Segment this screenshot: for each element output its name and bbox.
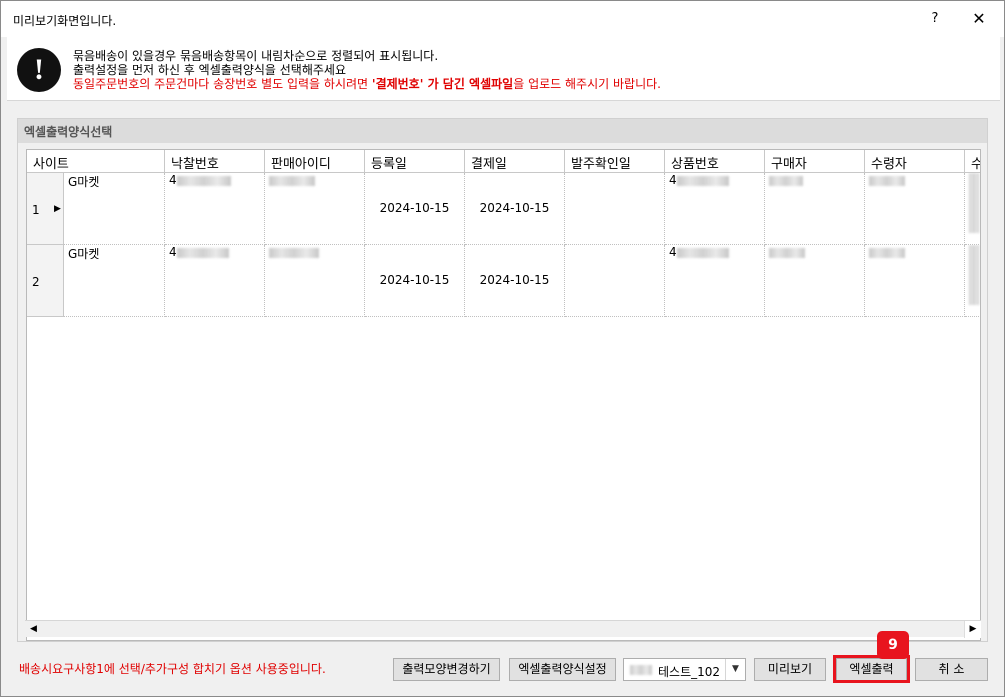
cell-product-no-prefix: 4 <box>669 245 677 259</box>
table-cell-bid-no[interactable]: 4 <box>165 245 265 317</box>
cell-buyer <box>769 173 803 187</box>
preview-dialog: 미리보기화면입니다. ? ✕ ! 묶음배송이 있을경우 묶음배송항목이 내림차순… <box>0 0 1005 697</box>
cell-recipient <box>869 245 905 259</box>
notice-line-3-prefix: 동일주문번호의 주문건마다 송장번호 별도 입력을 하시려면 <box>73 77 372 91</box>
column-header-site[interactable]: 사이트 <box>27 150 165 173</box>
cell-register-date: 2024-10-15 <box>379 201 450 215</box>
cell-product-no-prefix: 4 <box>669 173 677 187</box>
change-output-shape-button[interactable]: 출력모양변경하기 <box>393 658 500 681</box>
cell-payment-date: 2024-10-15 <box>479 201 550 215</box>
row-header[interactable]: 1 ▶ <box>27 173 64 245</box>
scroll-right-icon[interactable]: ▶ <box>964 621 981 638</box>
row-header[interactable]: 2 <box>27 245 64 317</box>
redacted-text <box>969 245 979 305</box>
notice-line-3-bold: '결제번호' 가 담긴 엑셀파일 <box>371 77 514 91</box>
redacted-text <box>676 175 729 186</box>
table-cell-recipient[interactable] <box>865 245 965 317</box>
row-number: 1 <box>32 203 40 217</box>
cell-bid-no-prefix: 4 <box>169 173 177 187</box>
cell-bid-no-prefix: 4 <box>169 245 177 259</box>
row-number: 2 <box>32 275 40 289</box>
cell-more <box>969 173 979 233</box>
footer-message: 배송시요구사항1에 선택/추가구성 합치기 옵션 사용중입니다. <box>19 662 326 676</box>
table-cell-product-no[interactable]: 4 <box>665 245 765 317</box>
table-cell-buyer[interactable] <box>765 173 865 245</box>
column-header-buyer[interactable]: 구매자 <box>765 150 865 173</box>
redacted-text <box>269 247 319 258</box>
cell-bid-no: 4 <box>169 245 229 259</box>
table-cell-buyer[interactable] <box>765 245 865 317</box>
table-cell-recipient[interactable] <box>865 173 965 245</box>
redacted-text <box>869 247 905 258</box>
order-grid[interactable]: 사이트 낙찰번호 판매아이디 등록일 결제일 발주확인일 상품번호 구매자 수령… <box>26 149 981 641</box>
redacted-text <box>769 175 803 186</box>
table-cell-seller-id[interactable] <box>265 173 365 245</box>
notice-line-3: 동일주문번호의 주문건마다 송장번호 별도 입력을 하시려면 '결제번호' 가 … <box>73 75 661 92</box>
redacted-text <box>869 175 905 186</box>
redacted-text <box>969 173 979 233</box>
title-bar: 미리보기화면입니다. ? ✕ <box>1 1 1004 37</box>
cell-product-no: 4 <box>669 173 729 187</box>
table-cell-order-confirm-date[interactable] <box>565 173 665 245</box>
column-header-more[interactable]: 수 <box>965 150 980 173</box>
table-cell-more[interactable] <box>965 245 980 317</box>
redacted-text <box>676 247 729 258</box>
group-title: 엑셀출력양식선택 <box>24 125 113 139</box>
cell-seller-id <box>269 173 315 187</box>
redacted-text <box>269 175 315 186</box>
help-button[interactable]: ? <box>913 5 957 33</box>
notice-line-3-suffix: 을 업로드 해주시기 바랍니다. <box>513 77 661 91</box>
step-badge: 9 <box>877 631 909 659</box>
table-cell-bid-no[interactable]: 4 <box>165 173 265 245</box>
redacted-text <box>176 175 231 186</box>
cell-recipient <box>869 173 905 187</box>
table-cell-product-no[interactable]: 4 <box>665 173 765 245</box>
highlight-box <box>833 655 910 683</box>
redacted-text <box>176 247 229 258</box>
cell-payment-date: 2024-10-15 <box>479 273 550 287</box>
column-header-seller-id[interactable]: 판매아이디 <box>265 150 365 173</box>
table-cell-payment-date[interactable]: 2024-10-15 <box>465 173 565 245</box>
excel-format-setting-button[interactable]: 엑셀출력양식설정 <box>509 658 616 681</box>
chevron-down-icon[interactable]: ▼ <box>725 659 745 680</box>
column-header-payment-date[interactable]: 결제일 <box>465 150 565 173</box>
table-cell-seller-id[interactable] <box>265 245 365 317</box>
cell-seller-id <box>269 245 319 259</box>
column-header-product-no[interactable]: 상품번호 <box>665 150 765 173</box>
cell-register-date: 2024-10-15 <box>379 273 450 287</box>
column-header-order-confirm-date[interactable]: 발주확인일 <box>565 150 665 173</box>
group-header: 엑셀출력양식선택 <box>18 119 987 143</box>
exclamation-icon: ! <box>17 48 61 92</box>
cell-site: G마켓 <box>68 175 100 189</box>
table-cell-register-date[interactable]: 2024-10-15 <box>365 173 465 245</box>
preview-button[interactable]: 미리보기 <box>754 658 826 681</box>
table-cell-register-date[interactable]: 2024-10-15 <box>365 245 465 317</box>
cell-more <box>969 245 979 305</box>
excel-format-group: 엑셀출력양식선택 사이트 낙찰번호 판매아이디 등록일 결제일 발주확인일 상품… <box>17 118 988 642</box>
column-header-bid-no[interactable]: 낙찰번호 <box>165 150 265 173</box>
column-header-register-date[interactable]: 등록일 <box>365 150 465 173</box>
table-cell-order-confirm-date[interactable] <box>565 245 665 317</box>
excel-format-select-value: 테스트_102 <box>658 665 721 679</box>
scroll-thumb[interactable] <box>44 624 960 635</box>
cancel-button[interactable]: 취 소 <box>915 658 988 681</box>
notice-panel: ! 묶음배송이 있을경우 묶음배송항목이 내림차순으로 정렬되어 표시됩니다. … <box>7 37 1000 101</box>
cell-buyer <box>769 245 805 259</box>
close-button[interactable]: ✕ <box>957 5 1001 33</box>
row-selected-arrow-icon: ▶ <box>54 204 61 214</box>
table-cell-payment-date[interactable]: 2024-10-15 <box>465 245 565 317</box>
window-title: 미리보기화면입니다. <box>13 14 117 28</box>
cell-bid-no: 4 <box>169 173 231 187</box>
scroll-left-icon[interactable]: ◀ <box>25 621 42 638</box>
table-cell-site[interactable]: G마켓 <box>64 173 165 245</box>
redacted-text <box>630 665 652 675</box>
redacted-text <box>769 247 805 258</box>
cell-product-no: 4 <box>669 245 729 259</box>
table-cell-site[interactable]: G마켓 <box>64 245 165 317</box>
excel-format-select[interactable]: 테스트_102 ▼ <box>623 658 746 681</box>
table-cell-more[interactable] <box>965 173 980 245</box>
cell-site: G마켓 <box>68 247 100 261</box>
horizontal-scrollbar[interactable]: ◀ ▶ <box>25 620 981 638</box>
column-header-recipient[interactable]: 수령자 <box>865 150 965 173</box>
